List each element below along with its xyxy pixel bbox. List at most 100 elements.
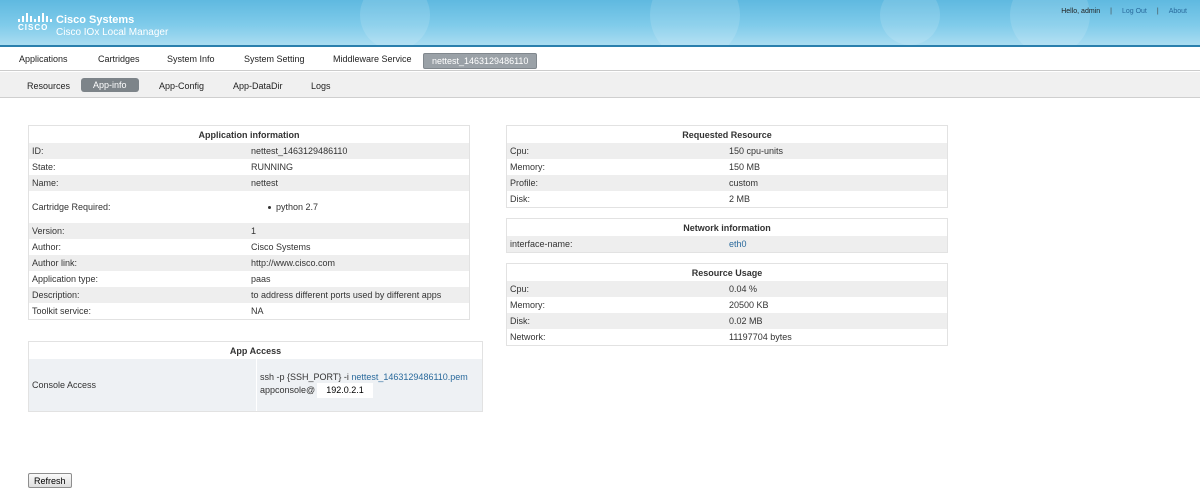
tab-app-nettest[interactable]: nettest_1463129486110 <box>423 53 538 69</box>
info-row-cartridge: Cartridge Required: python 2.7 <box>29 191 469 223</box>
row-label: Author: <box>32 242 62 252</box>
row-label: State: <box>32 162 56 172</box>
panel-title: Application information <box>198 130 300 140</box>
row-value: 150 MB <box>729 162 761 172</box>
main-nav: Applications Cartridges System Info Syst… <box>0 49 1200 71</box>
info-row-toolkit: Toolkit service: NA <box>29 303 469 319</box>
row-label: Disk: <box>510 316 530 326</box>
ip-address-field: 192.0.2.1 <box>317 383 373 398</box>
row-label: Description: <box>32 290 80 300</box>
row-value: 11197704 bytes <box>729 332 792 342</box>
about-link[interactable]: About <box>1169 8 1187 15</box>
row-value: NA <box>251 306 264 316</box>
cartridge-list: python 2.7 <box>268 191 318 223</box>
row-label: Cpu: <box>510 284 530 294</box>
tab-system-info[interactable]: System Info <box>167 54 215 64</box>
logo-text: CISCO <box>18 23 49 32</box>
panel-title: App Access <box>229 346 282 356</box>
product-name: Cisco IOx Local Manager <box>56 27 169 38</box>
req-row-disk: Disk: 2 MB <box>507 191 947 207</box>
row-label: ID: <box>32 146 44 156</box>
user-bar: Hello, admin | Log Out | About <box>1061 8 1187 15</box>
row-label: Profile: <box>510 178 539 188</box>
resource-usage-panel: Resource Usage Cpu: 0.04 % Memory: 20500… <box>506 263 948 346</box>
tab-middleware-service[interactable]: Middleware Service <box>333 54 412 64</box>
application-info-panel: Application information ID: nettest_1463… <box>28 125 470 320</box>
info-row-author-link: Author link: http://www.cisco.com <box>29 255 469 271</box>
header-divider <box>0 45 1200 47</box>
console-access-row: Console Access ssh -p {SSH_PORT} -i nett… <box>29 359 482 411</box>
req-row-profile: Profile: custom <box>507 175 947 191</box>
panel-title: Network information <box>683 223 771 233</box>
tab-app-info[interactable]: App-info <box>81 78 139 92</box>
req-row-cpu: Cpu: 150 cpu-units <box>507 143 947 159</box>
row-label: Application type: <box>32 274 99 284</box>
usage-row-cpu: Cpu: 0.04 % <box>507 281 947 297</box>
row-value: 20500 KB <box>729 300 769 310</box>
row-label: interface-name: <box>510 239 573 249</box>
tab-app-config[interactable]: App-Config <box>159 81 204 91</box>
tab-app-datadir[interactable]: App-DataDir <box>233 81 283 91</box>
tab-applications[interactable]: Applications <box>19 54 68 64</box>
info-row-state: State: RUNNING <box>29 159 469 175</box>
info-row-name: Name: nettest <box>29 175 469 191</box>
refresh-button[interactable]: Refresh <box>28 473 72 488</box>
row-value: 2 MB <box>729 194 751 204</box>
row-label: Name: <box>32 178 59 188</box>
app-access-panel: App Access Console Access ssh -p {SSH_PO… <box>28 341 483 412</box>
network-info-panel: Network information interface-name: eth0 <box>506 218 948 253</box>
row-value: Cisco Systems <box>251 242 311 252</box>
info-row-description: Description: to address different ports … <box>29 287 469 303</box>
row-label: Version: <box>32 226 65 236</box>
row-label: Disk: <box>510 194 530 204</box>
info-row-id: ID: nettest_1463129486110 <box>29 143 469 159</box>
row-label: Memory: <box>510 162 546 172</box>
tab-cartridges[interactable]: Cartridges <box>98 54 140 64</box>
row-value: http://www.cisco.com <box>251 258 336 268</box>
row-value: nettest <box>251 178 279 188</box>
usage-row-network: Network: 11197704 bytes <box>507 329 947 345</box>
company-name: Cisco Systems <box>56 14 135 26</box>
row-value: 0.04 % <box>729 284 758 294</box>
info-row-app-type: Application type: paas <box>29 271 469 287</box>
console-access-value: ssh -p {SSH_PORT} -i nettest_14631294861… <box>257 359 468 411</box>
cartridge-item: python 2.7 <box>276 202 319 212</box>
row-value: RUNNING <box>251 162 293 172</box>
panel-title: Requested Resource <box>682 130 772 140</box>
interface-link[interactable]: eth0 <box>729 236 747 252</box>
tab-system-setting[interactable]: System Setting <box>244 54 305 64</box>
row-value: nettest_1463129486110 <box>251 146 348 156</box>
row-value: custom <box>729 178 759 188</box>
bullet-icon <box>268 206 271 210</box>
tab-logs[interactable]: Logs <box>311 81 331 91</box>
separator: | <box>1156 8 1159 15</box>
usage-row-memory: Memory: 20500 KB <box>507 297 947 313</box>
requested-resource-panel: Requested Resource Cpu: 150 cpu-units Me… <box>506 125 948 208</box>
appconsole-label: appconsole@ <box>260 385 316 395</box>
cisco-logo-icon: CISCO <box>18 13 52 32</box>
console-access-label: Console Access <box>29 359 257 411</box>
app-header: CISCO Cisco Systems Cisco IOx Local Mana… <box>0 0 1200 45</box>
sub-nav: Resources App-info App-Config App-DataDi… <box>0 72 1200 98</box>
req-row-memory: Memory: 150 MB <box>507 159 947 175</box>
row-value: paas <box>251 274 271 284</box>
logout-link[interactable]: Log Out <box>1122 8 1147 15</box>
row-value: to address different ports used by diffe… <box>251 290 442 300</box>
row-value: 0.02 MB <box>729 316 763 326</box>
pem-file-link[interactable]: nettest_1463129486110.pem <box>351 372 467 382</box>
row-label: Cpu: <box>510 146 530 156</box>
brand: Cisco Systems Cisco IOx Local Manager <box>56 14 168 38</box>
row-value: 150 cpu-units <box>729 146 784 156</box>
usage-row-disk: Disk: 0.02 MB <box>507 313 947 329</box>
tab-resources[interactable]: Resources <box>27 81 70 91</box>
ssh-command: ssh -p {SSH_PORT} -i <box>260 372 352 382</box>
row-label: Toolkit service: <box>32 306 92 316</box>
net-row-interface: interface-name: eth0 <box>507 236 947 252</box>
info-row-author: Author: Cisco Systems <box>29 239 469 255</box>
row-label: Network: <box>510 332 546 342</box>
panel-title: Resource Usage <box>691 268 763 278</box>
row-label: Cartridge Required: <box>32 202 111 212</box>
user-greeting: Hello, admin <box>1061 8 1101 15</box>
row-label: Memory: <box>510 300 546 310</box>
separator: | <box>1110 8 1112 15</box>
